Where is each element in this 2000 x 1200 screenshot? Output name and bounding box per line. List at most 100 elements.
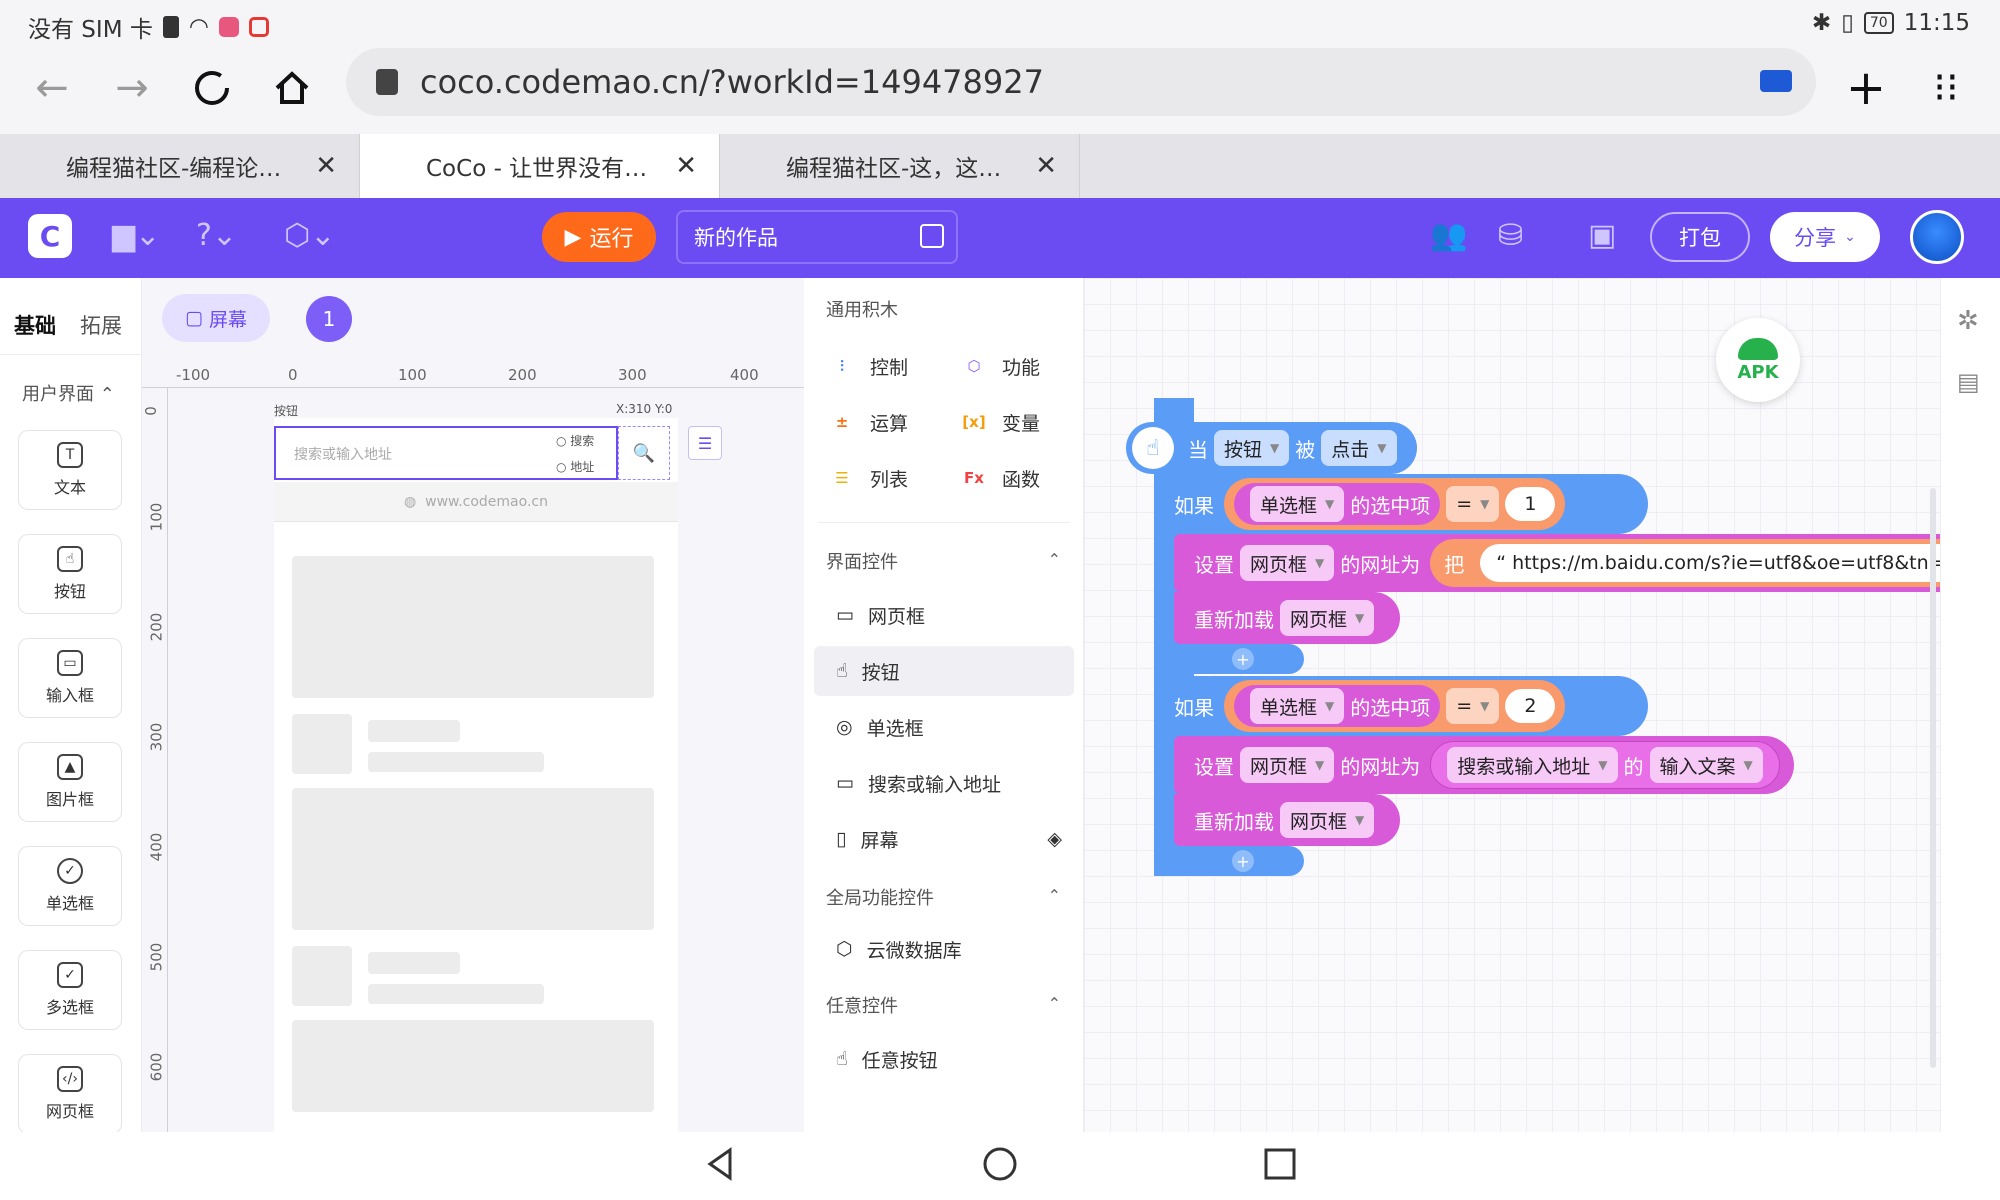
- browser-tab-2[interactable]: CoCo - 让世界没有… ✕: [360, 134, 720, 198]
- radio-selection-block[interactable]: 单选框 ▼ 的选中项: [1234, 685, 1441, 727]
- operator-dropdown[interactable]: = ▼: [1446, 688, 1500, 724]
- browser-tab-3[interactable]: 编程猫社区-这，这… ✕: [720, 134, 1080, 198]
- object-dropdown[interactable]: 网页框 ▼: [1280, 802, 1375, 838]
- object-dropdown[interactable]: 单选框 ▼: [1250, 688, 1345, 724]
- blocks-workspace[interactable]: APK ☝ 当 按钮 ▼ 被 点击 ▼ 如果 单选框 ▼ 的选中项 = ▼ 1 设置 网…: [1084, 278, 1940, 1132]
- category-variable[interactable]: [x] 变量: [960, 408, 1040, 436]
- collaborators-icon[interactable]: 👥: [1430, 218, 1467, 253]
- component-image[interactable]: ▲ 图片框: [18, 742, 122, 822]
- avatar[interactable]: [1910, 210, 1964, 264]
- palette-item-any-button[interactable]: ☝ 任意按钮: [814, 1034, 1074, 1084]
- category-function[interactable]: ⬡ 功能: [960, 352, 1040, 380]
- layers-icon[interactable]: ◈: [1047, 828, 1062, 850]
- share-button[interactable]: 分享 ⌄: [1770, 212, 1880, 262]
- package-button[interactable]: 打包: [1650, 212, 1750, 262]
- category-list[interactable]: ☰ 列表: [828, 464, 908, 492]
- back-nav-icon[interactable]: [700, 1144, 740, 1184]
- event-block[interactable]: ☝ 当 按钮 ▼ 被 点击 ▼: [1126, 422, 1417, 474]
- category-fx[interactable]: Fx 函数: [960, 464, 1040, 492]
- value-input[interactable]: 2: [1505, 689, 1556, 723]
- add-else-button[interactable]: +: [1232, 850, 1254, 872]
- help-menu-icon[interactable]: ?⌄: [196, 218, 237, 253]
- palette-item-search-input[interactable]: ▭ 搜索或输入地址: [814, 758, 1074, 808]
- palette-item-webview[interactable]: ▭ 网页框: [814, 590, 1074, 640]
- input-text-block[interactable]: 搜索或输入地址 ▼ 的 输入文案 ▼: [1430, 741, 1780, 789]
- palette-item-cloud-db[interactable]: ⬡ 云微数据库: [814, 924, 1074, 974]
- component-radio[interactable]: ✓ 单选框: [18, 846, 122, 926]
- close-icon[interactable]: ✕: [315, 151, 337, 181]
- forward-icon[interactable]: →: [104, 60, 160, 116]
- section-user-interface[interactable]: 用户界面 ⌃: [22, 380, 115, 406]
- radio-selection-block[interactable]: 单选框 ▼ 的选中项: [1234, 483, 1441, 525]
- tab-switcher-icon[interactable]: [1760, 70, 1792, 92]
- if-block-1[interactable]: 如果 单选框 ▼ 的选中项 = ▼ 1: [1154, 474, 1648, 534]
- component-button[interactable]: ☝ 按钮: [18, 534, 122, 614]
- home-nav-icon[interactable]: [980, 1144, 1020, 1184]
- new-tab-icon[interactable]: +: [1838, 60, 1894, 116]
- input-object-dropdown[interactable]: 搜索或输入地址 ▼: [1447, 747, 1618, 783]
- radio-search[interactable]: ○ 搜索: [556, 432, 594, 449]
- set-url-block-2[interactable]: 设置 网页框 ▼ 的网址为 搜索或输入地址 ▼ 的 输入文案 ▼: [1174, 736, 1794, 794]
- set-url-block-1[interactable]: 设置 网页框 ▼ 的网址为 把 “ https://m.baidu.com/s?i…: [1174, 534, 1940, 592]
- back-icon[interactable]: ←: [24, 60, 80, 116]
- apk-button[interactable]: APK: [1716, 318, 1800, 402]
- home-icon[interactable]: [264, 60, 320, 116]
- palette-item-screen[interactable]: ▯ 屏幕 ◈: [814, 814, 1074, 864]
- object-dropdown[interactable]: 网页框 ▼: [1240, 747, 1335, 783]
- chevron-up-icon[interactable]: ⌃: [1048, 550, 1061, 569]
- coco-logo[interactable]: C: [28, 214, 72, 258]
- radio-address[interactable]: ○ 地址: [556, 458, 594, 475]
- compare-block-2[interactable]: 单选框 ▼ 的选中项 = ▼ 2: [1224, 680, 1566, 732]
- browser-tab-1[interactable]: 编程猫社区-编程论… ✕: [0, 134, 360, 198]
- add-else-button[interactable]: +: [1232, 648, 1254, 670]
- edit-icon[interactable]: [920, 224, 944, 248]
- debug-bug-icon[interactable]: ✲: [1957, 306, 1979, 336]
- value-input[interactable]: 1: [1505, 487, 1556, 521]
- widget-settings-icon[interactable]: ☰: [688, 426, 722, 460]
- chevron-up-icon[interactable]: ⌃: [1048, 994, 1061, 1013]
- reload-icon[interactable]: [184, 60, 240, 116]
- storage-icon[interactable]: ▤: [1957, 368, 1980, 396]
- reload-block-2[interactable]: 重新加载 网页框 ▼: [1174, 794, 1400, 846]
- recents-nav-icon[interactable]: [1260, 1144, 1300, 1184]
- database-icon[interactable]: ⛁: [1498, 218, 1523, 253]
- project-title-field[interactable]: 新的作品: [676, 210, 958, 264]
- close-icon[interactable]: ✕: [675, 151, 697, 181]
- palette-item-radio[interactable]: ◎ 单选框: [814, 702, 1074, 752]
- compare-block-1[interactable]: 单选框 ▼ 的选中项 = ▼ 1: [1224, 478, 1566, 530]
- component-checkbox[interactable]: ✓ 多选框: [18, 950, 122, 1030]
- category-operator[interactable]: ± 运算: [828, 408, 908, 436]
- tab-basic[interactable]: 基础: [14, 310, 56, 340]
- screen-button[interactable]: ▢ 屏幕: [162, 294, 270, 342]
- field-dropdown[interactable]: 输入文案 ▼: [1649, 747, 1763, 783]
- object-dropdown[interactable]: 单选框 ▼: [1250, 486, 1345, 522]
- operator-dropdown[interactable]: = ▼: [1446, 486, 1500, 522]
- event-action-dropdown[interactable]: 点击 ▼: [1321, 430, 1397, 466]
- object-dropdown[interactable]: 网页框 ▼: [1240, 545, 1335, 581]
- search-input-widget[interactable]: 搜索或输入地址 ○ 搜索 ○ 地址: [274, 426, 618, 480]
- palette-item-button[interactable]: ☝ 按钮: [814, 646, 1074, 696]
- reload-block-1[interactable]: 重新加载 网页框 ▼: [1174, 592, 1400, 644]
- chevron-up-icon[interactable]: ⌃: [1048, 886, 1061, 905]
- settings-menu-icon[interactable]: ⬡⌄: [284, 218, 335, 253]
- address-bar[interactable]: coco.codemao.cn/?workId=149478927: [346, 48, 1816, 116]
- component-webview[interactable]: ‹/› 网页框: [18, 1054, 122, 1134]
- tab-extension[interactable]: 拓展: [80, 310, 122, 340]
- screen-number[interactable]: 1: [306, 296, 352, 342]
- more-menu-icon[interactable]: ⁝⁝: [1918, 60, 1974, 116]
- object-dropdown[interactable]: 网页框 ▼: [1280, 600, 1375, 636]
- text-join-block[interactable]: 把 “ https://m.baidu.com/s?ie=utf8&oe=utf…: [1430, 539, 1940, 587]
- event-target-dropdown[interactable]: 按钮 ▼: [1214, 430, 1290, 466]
- workspace-scrollbar[interactable]: [1930, 488, 1936, 1068]
- close-icon[interactable]: ✕: [1035, 151, 1057, 181]
- save-icon[interactable]: ▣: [1588, 218, 1616, 253]
- operator-icon: ±: [835, 413, 849, 431]
- if-block-2[interactable]: 如果 单选框 ▼ 的选中项 = ▼ 2: [1154, 676, 1648, 736]
- search-icon[interactable]: 🔍: [618, 426, 670, 480]
- file-menu-icon[interactable]: ▆⌄: [112, 218, 160, 253]
- run-button[interactable]: ▶ 运行: [542, 212, 656, 262]
- url-text-input[interactable]: “ https://m.baidu.com/s?ie=utf8&oe=utf8&…: [1480, 544, 1940, 582]
- category-control[interactable]: ⫶ 控制: [828, 352, 908, 380]
- component-input[interactable]: ▭ 输入框: [18, 638, 122, 718]
- component-text[interactable]: T 文本: [18, 430, 122, 510]
